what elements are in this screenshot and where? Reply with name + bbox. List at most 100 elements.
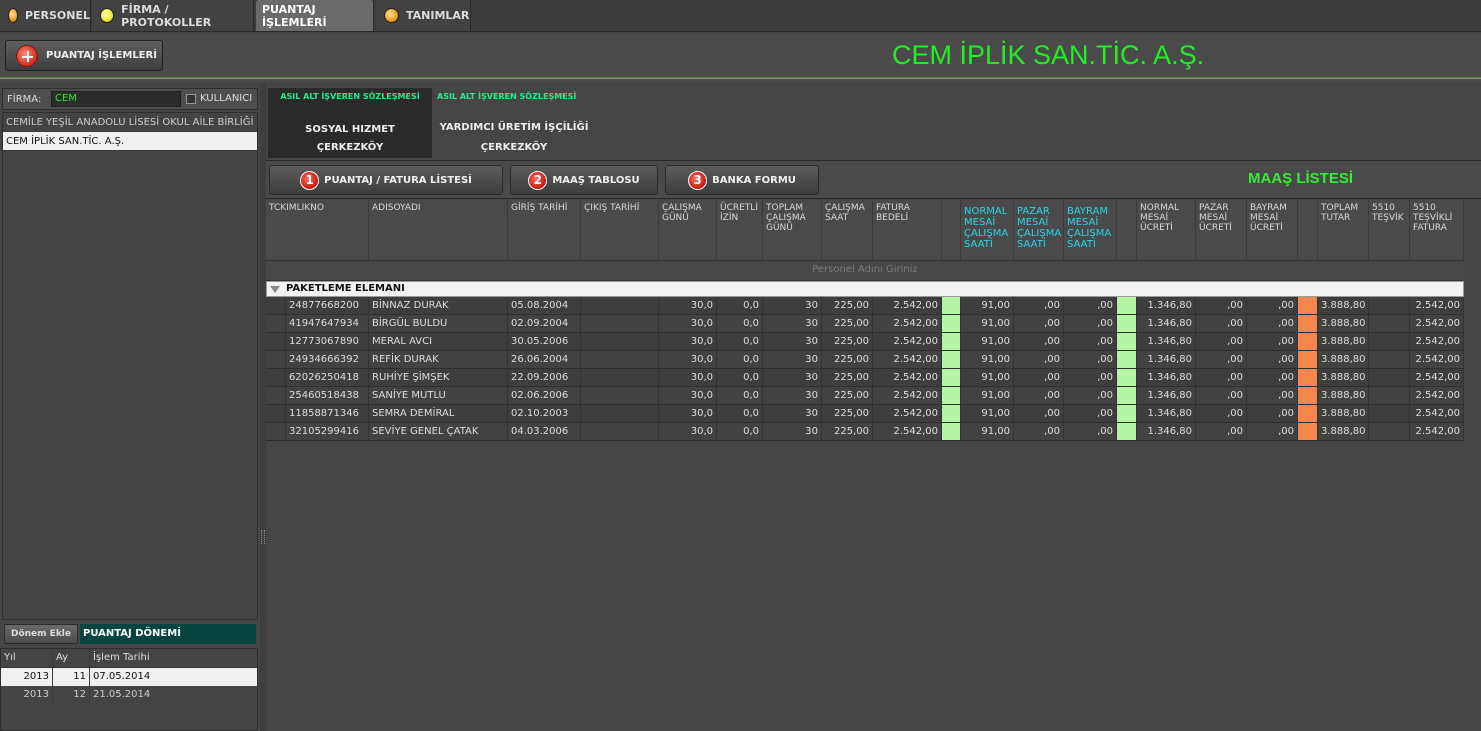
column-header[interactable]: Yıl [1,649,53,667]
cell: 3.888,80 [1318,423,1369,440]
cell: 30 [763,351,822,368]
column-header[interactable]: ÇALIŞMA GÜNÜ [659,200,717,261]
column-header[interactable] [942,200,961,261]
cell: 3.888,80 [1318,351,1369,368]
cell: 1.346,80 [1137,405,1196,422]
grid-header: TCKIMLIKNO ADISOYADI GİRİŞ TARİHİ ÇIKIŞ TAR… [266,200,1464,261]
column-header[interactable]: BAYRAM MESAİ ÜCRETİ [1247,200,1298,261]
table-row[interactable]: 24934666392 REFİK DURAK 26.06.2004 30,0 0,0 3… [266,351,1464,369]
column-header[interactable] [1117,200,1137,261]
firma-input[interactable]: CEM [51,91,181,107]
cell: 02.10.2003 [508,405,581,422]
cell: 2.542,00 [873,387,942,404]
column-header[interactable]: NORMAL MESAİ ÜCRETİ [1137,200,1196,261]
column-header[interactable]: ADISOYADI [369,200,508,261]
table-row[interactable]: 2013 11 07.05.2014 [1,668,257,686]
column-header[interactable]: TOPLAM ÇALIŞMA GÜNÜ [763,200,822,261]
column-header[interactable]: İşlem Tarihi [90,649,257,667]
tab-tanimlar[interactable]: TANIMLAR [376,0,471,31]
list-item[interactable]: CEM İPLİK SAN.TİC. A.Ş. [3,132,257,151]
table-row[interactable]: 2013 12 21.05.2014 [1,686,257,704]
orange-dot-icon [8,8,18,23]
cell: 30 [763,423,822,440]
company-list[interactable]: CEMİLE YEŞİL ANADOLU LİSESİ OKUL AİLE Bİ… [2,112,258,620]
column-header[interactable] [1298,200,1318,261]
column-header[interactable]: 5510 TEŞVİK [1369,200,1410,261]
puantaj-islemleri-button[interactable]: PUANTAJ İŞLEMLERİ [5,40,163,71]
cell [581,423,659,440]
column-header[interactable]: PAZAR MESAİ ÇALIŞMA SAATİ [1014,200,1064,261]
column-header[interactable]: Ay [53,649,90,667]
banka-formu-button[interactable]: 3 BANKA FORMU [665,165,819,195]
name-filter-input[interactable]: Personel Adını Giriniz [266,261,1464,281]
table-row[interactable]: 32105299416 SEVİYE GENEL ÇATAK 04.03.2006 3… [266,423,1464,441]
maas-tablosu-button[interactable]: 2 MAAŞ TABLOSU [510,165,658,195]
cell: 0,0 [717,297,763,314]
salary-grid: TCKIMLIKNO ADISOYADI GİRİŞ TARİHİ ÇIKIŞ TAR… [266,200,1464,441]
company-title: CEM İPLİK SAN.TİC. A.Ş. [892,40,1205,70]
tab-personel[interactable]: PERSONEL [0,0,91,31]
cell: 0,0 [717,315,763,332]
cell: 24934666392 [286,351,369,368]
column-header[interactable]: ÇALIŞMA SAAT [822,200,873,261]
cell [1298,333,1318,350]
list-item[interactable]: CEMİLE YEŞİL ANADOLU LİSESİ OKUL AİLE Bİ… [3,113,257,132]
cell: ,00 [1247,387,1298,404]
column-header[interactable]: PAZAR MESAİ ÜCRETİ [1196,200,1247,261]
table-row[interactable]: 41947647934 BİRGÜL BULDU 02.09.2004 30,0 0,0… [266,315,1464,333]
cell [581,351,659,368]
table-row[interactable]: 12773067890 MERAL AVCI 30.05.2006 30,0 0,0 30… [266,333,1464,351]
cell: ,00 [1247,297,1298,314]
column-header[interactable]: ÇIKIŞ TARİHİ [581,200,659,261]
kullanici-checkbox[interactable] [186,94,196,104]
collapse-triangle-icon[interactable] [270,285,280,293]
cell: ,00 [1196,369,1247,386]
cell [581,405,659,422]
column-header[interactable]: TOPLAM TUTAR [1318,200,1369,261]
contract-type: ASIL ALT İŞVEREN SÖZLEŞMESİ [280,92,420,101]
cell: 12 [53,686,90,704]
table-row[interactable]: 11858871346 SEMRA DEMİRAL 02.10.2003 30,0 0,… [266,405,1464,423]
cell: 2.542,00 [1410,297,1464,314]
cell [1369,315,1410,332]
contract-tab-sosyal-hizmet[interactable]: ASIL ALT İŞVEREN SÖZLEŞMESİ SOSYAL HIZME… [268,88,432,158]
tab-puantaj-islemleri[interactable]: PUANTAJ İŞLEMLERİ [256,0,374,31]
cell: 30 [763,315,822,332]
splitter-grip-icon[interactable] [261,530,265,544]
column-header[interactable]: ÜCRETLİ İZİN [717,200,763,261]
contract-tab-yardimci-uretim[interactable]: ASIL ALT İŞVEREN SÖZLEŞMESİ YARDIMCI ÜRE… [432,88,596,158]
cell: 02.09.2004 [508,315,581,332]
cell: 91,00 [961,333,1014,350]
donem-ekle-button[interactable]: Dönem Ekle [4,624,78,644]
column-header[interactable]: FATURA BEDELİ [873,200,942,261]
cell: 2.542,00 [873,333,942,350]
cell [1298,405,1318,422]
cell [942,405,961,422]
cell: 3.888,80 [1318,297,1369,314]
contract-tabs: ASIL ALT İŞVEREN SÖZLEŞMESİ SOSYAL HIZME… [266,84,1481,158]
column-header[interactable]: TCKIMLIKNO [266,200,369,261]
cell: 26.06.2004 [508,351,581,368]
tab-label: PERSONEL [24,9,90,22]
button-label: PUANTAJ İŞLEMLERİ [46,50,157,61]
tab-firma-protokoller[interactable]: FİRMA / PROTOKOLLER [92,0,254,31]
column-header[interactable]: 5510 TEŞVİKLİ FATURA [1410,200,1464,261]
table-row[interactable]: 25460518438 SANİYE MUTLU 02.06.2006 30,0 0,0… [266,387,1464,405]
cell [1117,405,1137,422]
group-row[interactable]: PAKETLEME ELEMANI [266,281,1464,297]
cell: ,00 [1014,387,1064,404]
cell: 11858871346 [286,405,369,422]
cell: BİRGÜL BULDU [369,315,508,332]
button-label: PUANTAJ / FATURA LİSTESİ [324,174,472,186]
cell: 3.888,80 [1318,387,1369,404]
puantaj-fatura-listesi-button[interactable]: 1 PUANTAJ / FATURA LİSTESİ [269,165,503,195]
column-header[interactable]: GİRİŞ TARİHİ [508,200,581,261]
firma-filter-row: FİRMA: CEM KULLANICI [2,88,258,110]
cell: 2.542,00 [1410,333,1464,350]
table-row[interactable]: 24877668200 BİNNAZ DURAK 05.08.2004 30,0 0,0… [266,297,1464,315]
column-header[interactable]: BAYRAM MESAİ ÇALIŞMA SAATİ [1064,200,1117,261]
number-2-icon: 2 [528,170,548,190]
cell [581,297,659,314]
table-row[interactable]: 62026250418 RUHİYE ŞİMŞEK 22.09.2006 30,0 0,… [266,369,1464,387]
column-header[interactable]: NORMAL MESAİ ÇALIŞMA SAATİ [961,200,1014,261]
